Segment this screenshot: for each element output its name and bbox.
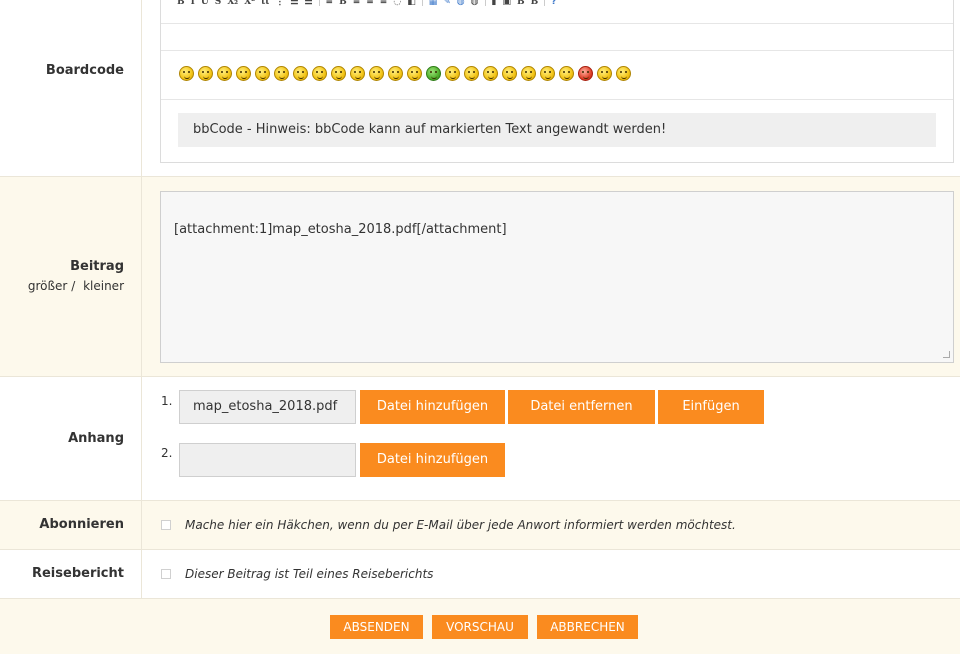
- beitrag-label: Beitrag: [70, 259, 124, 274]
- toolbar-button-icon[interactable]: ≡: [380, 0, 388, 6]
- toolbar-button-icon[interactable]: ◍: [471, 0, 479, 6]
- toolbar-button-icon[interactable]: ?: [551, 0, 556, 6]
- toolbar-button-icon[interactable]: ▮: [492, 0, 497, 6]
- smiley-icon[interactable]: [559, 66, 574, 81]
- toolbar-separator: [544, 0, 546, 6]
- toolbar-button-icon[interactable]: ☰: [304, 0, 312, 6]
- attachment-filename[interactable]: [179, 443, 356, 477]
- post-textarea[interactable]: [attachment:1]map_etosha_2018.pdf[/attac…: [160, 191, 954, 363]
- smiley-bar: [179, 66, 631, 81]
- toolbar-button-icon[interactable]: ◌: [393, 0, 401, 6]
- smiley-icon[interactable]: [274, 66, 289, 81]
- font-smaller-link[interactable]: kleiner: [83, 279, 124, 293]
- boardcode-panel: B I U S X₂ X² tt ⋮ ☰ ☰ ≡ B ≡ ≡ ≡ ◌ ◧ ▦ ✎ ◍ ◍ ▮ ▣ B B? bbCode - H…: [160, 0, 954, 163]
- smiley-icon[interactable]: [312, 66, 327, 81]
- preview-button[interactable]: VORSCHAU: [432, 615, 528, 639]
- toolbar-button-icon[interactable]: ✎: [443, 0, 451, 6]
- smiley-icon[interactable]: [502, 66, 517, 81]
- anhang-row: Anhang 1. map_etosha_2018.pdf Datei hinz…: [0, 377, 960, 501]
- toolbar-button-icon[interactable]: B: [339, 0, 347, 6]
- smiley-icon[interactable]: [597, 66, 612, 81]
- boardcode-label: Boardcode: [45, 63, 124, 78]
- toolbar-button-icon[interactable]: I: [191, 0, 195, 6]
- toolbar-button-icon[interactable]: ≡: [326, 0, 334, 6]
- reisebericht-label: Reisebericht: [31, 566, 124, 581]
- bbcode-hint: bbCode - Hinweis: bbCode kann auf markie…: [178, 113, 936, 147]
- smiley-icon[interactable]: [407, 66, 422, 81]
- smiley-icon[interactable]: [521, 66, 536, 81]
- smiley-icon[interactable]: [388, 66, 403, 81]
- add-file-button[interactable]: Datei hinzufügen: [360, 390, 505, 424]
- anhang-label: Anhang: [68, 431, 124, 446]
- smiley-icon[interactable]: [198, 66, 213, 81]
- toolbar-button-icon[interactable]: X²: [244, 0, 255, 6]
- toolbar-button-icon[interactable]: ▣: [502, 0, 511, 6]
- smiley-icon[interactable]: [616, 66, 631, 81]
- smiley-icon[interactable]: [331, 66, 346, 81]
- add-file-button[interactable]: Datei hinzufügen: [360, 443, 505, 477]
- abonnieren-label: Abonnieren: [39, 517, 124, 532]
- boardcode-row: Boardcode B I U S X₂ X² tt ⋮ ☰ ☰ ≡ B ≡ ≡ ≡ ◌ ◧ ▦ ✎ ◍ ◍ ▮ ▣ B B? …: [0, 0, 960, 177]
- action-bar: ABSENDEN VORSCHAU ABBRECHEN: [0, 599, 960, 654]
- smiley-icon[interactable]: [483, 66, 498, 81]
- font-bigger-link[interactable]: größer: [28, 279, 68, 293]
- insert-attachment-button[interactable]: Einfügen: [658, 390, 764, 424]
- attachment-number: 2.: [161, 446, 173, 460]
- toolbar-separator: [421, 0, 423, 6]
- toolbar-button-icon[interactable]: ◍: [457, 0, 465, 6]
- toolbar-separator: [484, 0, 486, 6]
- travel-report-checkbox[interactable]: [161, 569, 171, 579]
- reisebericht-row: Reisebericht Dieser Beitrag ist Teil ein…: [0, 550, 960, 599]
- smiley-icon[interactable]: [236, 66, 251, 81]
- toolbar-button-icon[interactable]: X₂: [227, 0, 238, 6]
- toolbar-button-icon[interactable]: ≡: [353, 0, 361, 6]
- submit-button[interactable]: ABSENDEN: [330, 615, 423, 639]
- beitrag-row: Beitrag größer / kleiner [attachment:1]m…: [0, 177, 960, 377]
- smiley-icon[interactable]: [293, 66, 308, 81]
- toolbar-separator: [318, 0, 320, 6]
- toolbar-button-icon[interactable]: ◧: [407, 0, 416, 6]
- toolbar-button-icon[interactable]: B: [531, 0, 539, 6]
- toolbar-button-icon[interactable]: tt: [261, 0, 269, 6]
- smiley-icon[interactable]: [255, 66, 270, 81]
- toolbar-button-icon[interactable]: ☰: [290, 0, 298, 6]
- subscribe-text: Mache hier ein Häkchen, wenn du per E-Ma…: [185, 518, 736, 532]
- subscribe-checkbox[interactable]: [161, 520, 171, 530]
- toolbar-button-icon[interactable]: U: [201, 0, 209, 6]
- bbcode-toolbar: B I U S X₂ X² tt ⋮ ☰ ☰ ≡ B ≡ ≡ ≡ ◌ ◧ ▦ ✎ ◍ ◍ ▮ ▣ B B?: [177, 0, 556, 8]
- travel-report-text: Dieser Beitrag ist Teil eines Reiseberic…: [185, 567, 434, 581]
- font-size-separator: /: [71, 279, 76, 293]
- toolbar-button-icon[interactable]: ⋮: [275, 0, 284, 6]
- resize-handle[interactable]: [943, 351, 950, 358]
- smiley-icon[interactable]: [426, 66, 441, 81]
- remove-file-button[interactable]: Datei entfernen: [508, 390, 655, 424]
- smiley-icon[interactable]: [217, 66, 232, 81]
- post-form: Boardcode B I U S X₂ X² tt ⋮ ☰ ☰ ≡ B ≡ ≡ ≡ ◌ ◧ ▦ ✎ ◍ ◍ ▮ ▣ B B? …: [0, 0, 960, 654]
- smiley-icon[interactable]: [578, 66, 593, 81]
- smiley-icon[interactable]: [464, 66, 479, 81]
- toolbar-button-icon[interactable]: S: [215, 0, 222, 6]
- attachment-number: 1.: [161, 394, 173, 408]
- toolbar-button-icon[interactable]: B: [177, 0, 185, 6]
- attachment-filename: map_etosha_2018.pdf: [179, 390, 356, 424]
- smiley-icon[interactable]: [445, 66, 460, 81]
- toolbar-button-icon[interactable]: ▦: [429, 0, 438, 6]
- smiley-icon[interactable]: [369, 66, 384, 81]
- cancel-button[interactable]: ABBRECHEN: [537, 615, 638, 639]
- smiley-icon[interactable]: [350, 66, 365, 81]
- abonnieren-row: Abonnieren Mache hier ein Häkchen, wenn …: [0, 501, 960, 550]
- smiley-icon[interactable]: [540, 66, 555, 81]
- toolbar-button-icon[interactable]: ≡: [366, 0, 374, 6]
- toolbar-button-icon[interactable]: B: [517, 0, 525, 6]
- smiley-icon[interactable]: [179, 66, 194, 81]
